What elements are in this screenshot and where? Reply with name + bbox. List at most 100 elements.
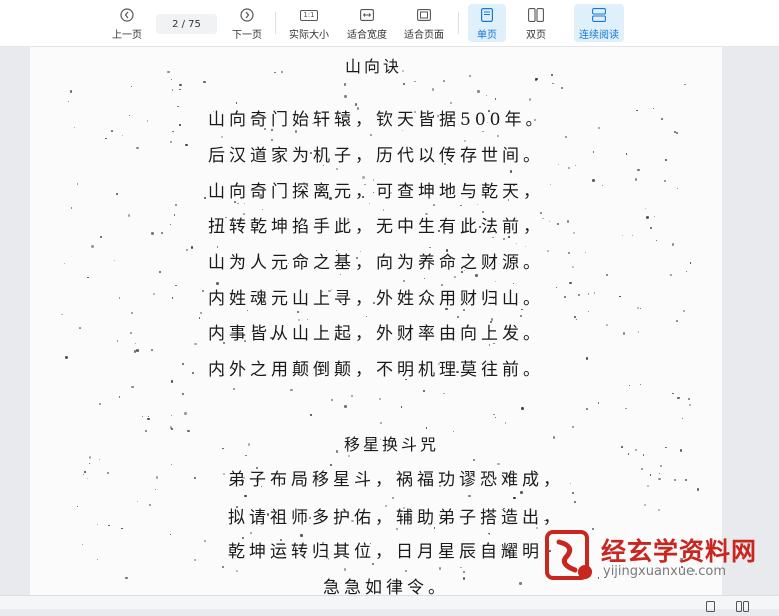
scan-noise-speck xyxy=(203,80,206,84)
scan-noise-speck xyxy=(405,378,407,381)
scan-noise-speck xyxy=(280,71,283,74)
scan-noise-speck xyxy=(569,482,571,485)
scan-noise-speck xyxy=(370,134,372,137)
scan-noise-speck xyxy=(179,83,182,87)
scan-noise-speck xyxy=(688,404,692,407)
scan-noise-speck xyxy=(335,450,339,453)
scan-noise-speck xyxy=(585,357,589,360)
scan-noise-speck xyxy=(409,186,411,188)
scan-noise-speck xyxy=(597,126,601,130)
poem1-line: 内事皆从山上起，外财率由向上发。 xyxy=(208,324,544,344)
scan-noise-speck xyxy=(674,479,676,482)
continuous-reading-button[interactable]: 连续阅读 xyxy=(574,4,624,42)
scan-noise-speck xyxy=(644,503,646,506)
scan-noise-speck xyxy=(203,539,206,542)
scan-noise-speck xyxy=(127,214,130,217)
scan-noise-speck xyxy=(496,134,499,137)
continuous-icon xyxy=(590,6,608,24)
scan-noise-speck xyxy=(193,558,196,561)
scan-noise-speck xyxy=(398,328,401,332)
scan-noise-speck xyxy=(146,120,149,122)
poem1-line: 山向奇门始轩辕，钦天皆据500年。 xyxy=(208,110,547,130)
single-page-mini-icon[interactable] xyxy=(706,597,715,616)
scan-noise-speck xyxy=(115,193,118,196)
scan-noise-speck xyxy=(91,245,94,248)
next-page-button[interactable]: 下一页 xyxy=(228,4,266,42)
scan-noise-speck xyxy=(152,292,155,295)
actual-size-button[interactable]: 1:1 实际大小 xyxy=(287,4,331,42)
scan-noise-speck xyxy=(198,317,200,319)
scan-noise-speck xyxy=(185,248,189,252)
single-page-button[interactable]: 单页 xyxy=(468,4,506,42)
scan-noise-speck xyxy=(343,568,347,571)
scan-noise-speck xyxy=(519,314,522,317)
scan-noise-speck xyxy=(432,204,435,206)
scan-noise-speck xyxy=(677,397,680,400)
scan-noise-speck xyxy=(243,202,246,204)
scan-noise-speck xyxy=(225,216,227,219)
scan-noise-speck xyxy=(335,167,339,171)
scan-noise-speck xyxy=(233,200,237,204)
double-page-mini-icon[interactable] xyxy=(736,597,749,616)
scan-noise-speck xyxy=(221,565,225,569)
double-page-button[interactable]: 双页 xyxy=(517,4,555,42)
scan-noise-speck xyxy=(676,320,678,322)
single-page-label: 单页 xyxy=(477,30,497,41)
scan-noise-speck xyxy=(685,270,688,273)
scan-noise-speck xyxy=(151,232,154,235)
scan-noise-speck xyxy=(640,308,642,310)
page-indicator: 2 / 75 xyxy=(172,18,201,30)
scan-noise-speck xyxy=(649,226,653,230)
scan-noise-speck xyxy=(147,415,149,417)
scan-noise-speck xyxy=(487,110,490,113)
scan-noise-speck xyxy=(577,294,580,297)
scan-noise-speck xyxy=(379,398,382,400)
scan-noise-speck xyxy=(486,94,488,96)
scan-noise-speck xyxy=(76,183,79,185)
scan-noise-speck xyxy=(310,152,312,154)
scan-noise-speck xyxy=(677,187,679,189)
scan-noise-speck xyxy=(344,404,347,408)
scan-noise-speck xyxy=(70,207,73,209)
scan-noise-speck xyxy=(194,342,197,346)
prev-page-button[interactable]: 上一页 xyxy=(108,4,146,42)
scan-noise-speck xyxy=(452,430,454,432)
document-viewer[interactable]: 山向诀 山向奇门始轩辕，钦天皆据500年。 后汉道家为机子，历代以传存世间。 山… xyxy=(0,47,779,595)
scan-noise-speck xyxy=(148,503,151,506)
scan-noise-speck xyxy=(463,309,465,311)
scan-noise-speck xyxy=(426,427,428,429)
scan-noise-speck xyxy=(111,130,113,132)
scan-noise-speck xyxy=(385,504,388,507)
scan-noise-speck xyxy=(550,73,553,76)
scan-noise-speck xyxy=(510,170,513,173)
scan-noise-speck xyxy=(136,146,140,150)
scan-noise-speck xyxy=(472,458,475,461)
scan-noise-speck xyxy=(182,393,184,396)
fit-page-icon xyxy=(415,6,433,24)
scan-noise-speck xyxy=(161,232,163,234)
scan-noise-speck xyxy=(131,311,134,314)
scan-noise-speck xyxy=(669,273,672,276)
scan-noise-speck xyxy=(512,282,514,284)
scan-noise-speck xyxy=(347,332,350,335)
scan-noise-speck xyxy=(401,406,403,408)
scan-noise-speck xyxy=(592,151,595,153)
fit-page-button[interactable]: 适合页面 xyxy=(402,4,446,42)
scan-noise-speck xyxy=(199,311,203,315)
scan-noise-speck xyxy=(274,71,276,73)
scan-noise-speck xyxy=(339,273,341,275)
scan-noise-speck xyxy=(659,465,662,468)
page-number-input[interactable]: 2 / 75 xyxy=(156,14,217,34)
chevron-right-circle-icon xyxy=(238,6,256,24)
fit-width-button[interactable]: 适合宽度 xyxy=(345,4,389,42)
actual-size-icon: 1:1 xyxy=(300,6,318,24)
scan-noise-speck xyxy=(129,331,133,335)
prev-page-label: 上一页 xyxy=(112,30,142,41)
scan-noise-speck xyxy=(266,513,270,516)
double-page-icon xyxy=(527,6,545,24)
scan-noise-speck xyxy=(73,126,75,128)
scan-noise-speck xyxy=(179,88,181,91)
scan-noise-speck xyxy=(245,454,248,457)
scan-noise-speck xyxy=(542,217,544,220)
scan-noise-speck xyxy=(627,452,630,455)
